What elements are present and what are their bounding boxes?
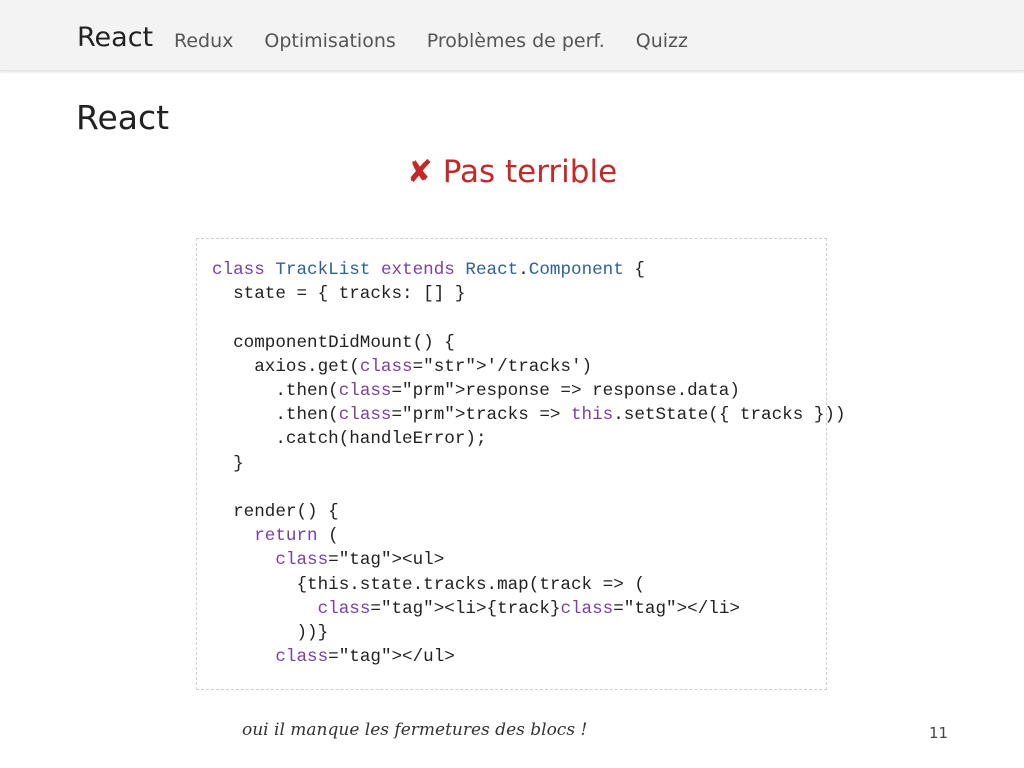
nav-item-optimisations[interactable]: Optimisations	[264, 30, 395, 52]
code-line: class="tag"></ul>	[275, 647, 455, 668]
code-block: class TrackList extends React.Component …	[196, 238, 846, 690]
nav-brand-react[interactable]: React	[77, 22, 153, 53]
nav-item-problemes-de-perf[interactable]: Problèmes de perf.	[427, 30, 605, 52]
code-line: class TrackList extends React.Component …	[212, 260, 645, 280]
page-number: 11	[929, 724, 949, 742]
nav-items: Redux Optimisations Problèmes de perf. Q…	[174, 30, 719, 52]
code-line: axios.get(class="str">'/tracks'	[212, 356, 582, 377]
nav-item-quizz[interactable]: Quizz	[636, 30, 688, 52]
nav-item-redux[interactable]: Redux	[174, 30, 233, 52]
code-line: .then(class="prm">tracks	[212, 405, 529, 426]
cross-icon: ✘	[406, 154, 433, 190]
code-line: return (	[254, 526, 339, 547]
code-line: state = { tracks: [] }	[212, 284, 466, 305]
slide-title: React	[76, 98, 170, 137]
code-line: ))}	[212, 623, 329, 644]
code-listing: class TrackList extends React.Component …	[212, 260, 846, 668]
code-line: render() {	[212, 502, 339, 523]
code-line: .then(class="prm">response	[212, 381, 550, 402]
slide-note: oui il manque les fermetures des blocs !	[242, 720, 588, 740]
code-line: .catch(handleError);	[212, 429, 487, 450]
verdict-text: Pas terrible	[442, 154, 618, 190]
code-line: {this.state.tracks.map(track => (	[212, 574, 645, 595]
code-line: }	[212, 453, 244, 474]
verdict: ✘ Pas terrible	[0, 154, 1024, 190]
code-line: componentDidMount() {	[212, 332, 455, 353]
code-line: class="tag"><li>	[317, 598, 487, 619]
top-navbar: React Redux Optimisations Problèmes de p…	[0, 0, 1024, 71]
code-line: class="tag"><ul>	[275, 550, 445, 571]
